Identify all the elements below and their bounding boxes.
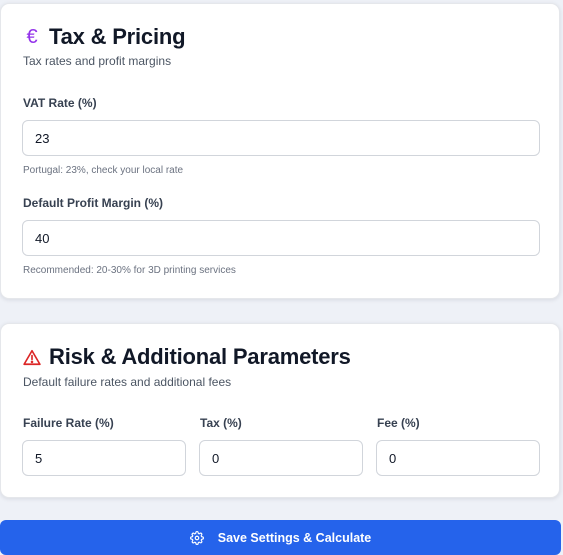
vat-rate-label: VAT Rate (%) [23, 96, 97, 110]
gear-icon [189, 530, 204, 545]
failure-rate-input[interactable] [22, 440, 186, 476]
fee-input[interactable] [376, 440, 540, 476]
risk-subtitle: Default failure rates and additional fee… [23, 375, 232, 389]
vat-rate-input[interactable] [22, 120, 540, 156]
profit-margin-label: Default Profit Margin (%) [23, 196, 163, 210]
save-settings-button[interactable]: Save Settings & Calculate [0, 520, 561, 555]
risk-title: Risk & Additional Parameters [22, 344, 351, 370]
tax-pricing-subtitle: Tax rates and profit margins [23, 54, 172, 68]
risk-parameters-card: Risk & Additional Parameters Default fai… [0, 323, 560, 498]
tax-pricing-title-text: Tax & Pricing [49, 24, 186, 49]
profit-margin-input[interactable] [22, 220, 540, 256]
fee-label: Fee (%) [377, 416, 420, 430]
tax-pricing-title: € Tax & Pricing [22, 24, 186, 50]
euro-icon: € [26, 26, 38, 48]
risk-title-text: Risk & Additional Parameters [49, 344, 351, 369]
tax-input[interactable] [199, 440, 363, 476]
profit-margin-hint: Recommended: 20-30% for 3D printing serv… [23, 265, 236, 276]
tax-pricing-card: € Tax & Pricing Tax rates and profit mar… [0, 3, 560, 299]
save-settings-label: Save Settings & Calculate [217, 530, 372, 545]
warning-triangle-icon [22, 347, 42, 367]
tax-label: Tax (%) [200, 416, 242, 430]
vat-rate-hint: Portugal: 23%, check your local rate [23, 165, 184, 176]
failure-rate-label: Failure Rate (%) [23, 416, 114, 430]
